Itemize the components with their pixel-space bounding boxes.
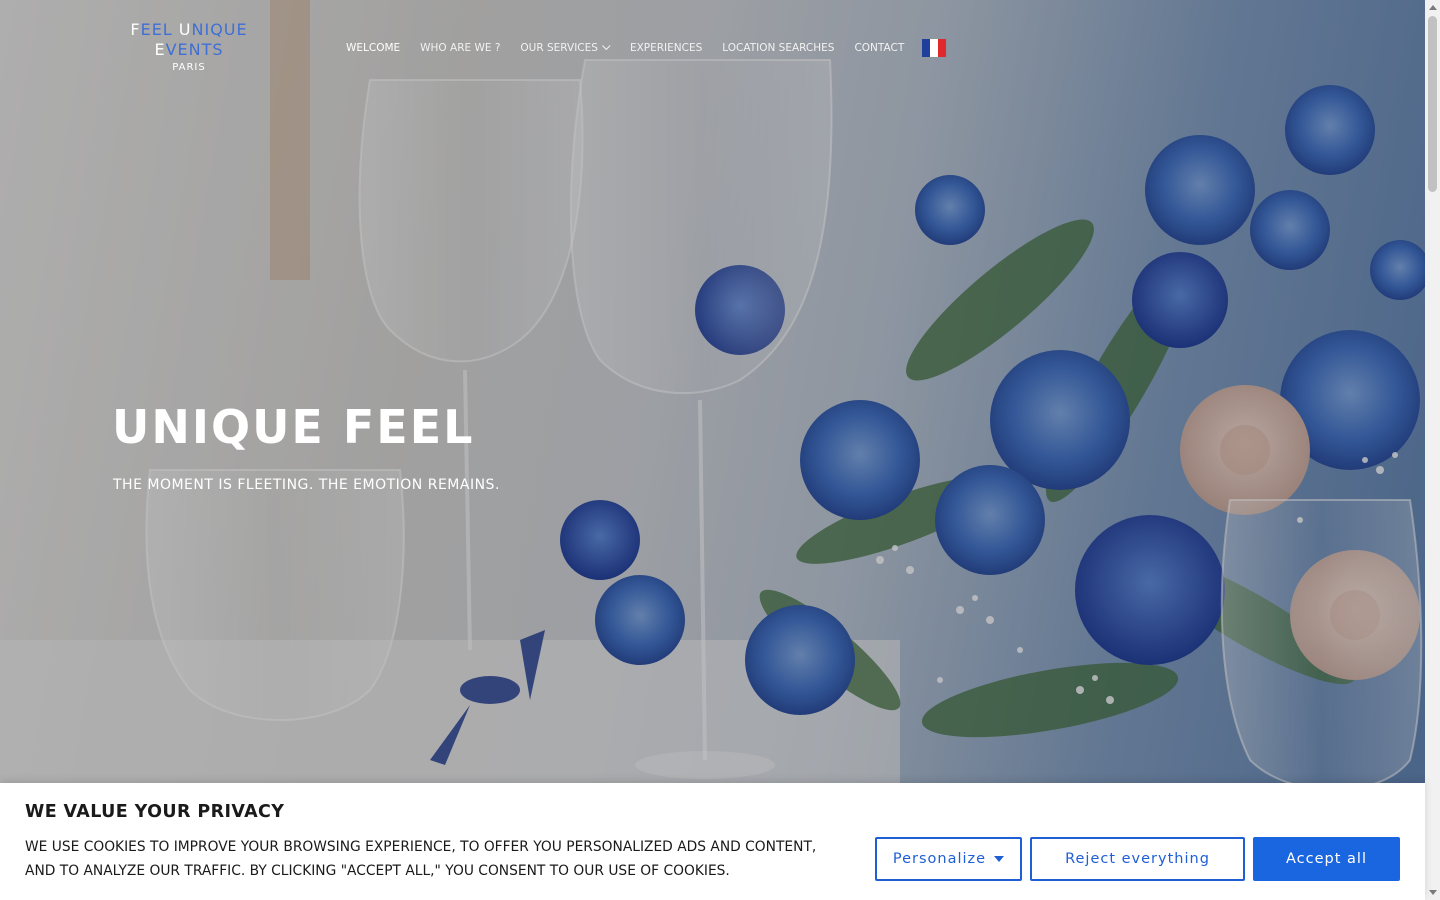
logo-line-3: PARIS — [172, 62, 206, 73]
main-nav: WELCOME WHO ARE WE ? OUR SERVICES EXPERI… — [346, 38, 947, 58]
nav-item-our-services[interactable]: OUR SERVICES — [520, 41, 611, 54]
flag-stripe — [922, 39, 931, 57]
scroll-up-arrow-icon[interactable] — [1429, 5, 1437, 10]
nav-item-who-are-we[interactable]: WHO ARE WE ? — [420, 42, 500, 54]
personalize-button[interactable]: Personalize — [875, 837, 1022, 881]
cookie-banner-text: WE USE COOKIES TO IMPROVE YOUR BROWSING … — [25, 839, 817, 879]
french-flag-icon[interactable] — [922, 39, 947, 57]
logo-part: VENTS — [165, 40, 224, 59]
logo-part: IQUE — [204, 20, 248, 39]
caret-down-icon — [994, 856, 1005, 862]
cookie-banner-title: WE VALUE YOUR PRIVACY — [25, 802, 285, 822]
cookie-consent-banner: WE VALUE YOUR PRIVACY WE USE COOKIES TO … — [0, 783, 1425, 900]
logo-line-2: EVENTS — [124, 40, 254, 60]
nav-item-welcome[interactable]: WELCOME — [346, 42, 400, 54]
scroll-down-arrow-icon[interactable] — [1429, 890, 1437, 895]
scrollbar-thumb[interactable] — [1428, 16, 1437, 192]
logo-line-1: FEEL UNIQUE — [124, 20, 254, 40]
nav-item-label: OUR SERVICES — [520, 42, 598, 54]
logo-part: N — [191, 20, 205, 39]
reject-all-button[interactable]: Reject everything — [1030, 837, 1245, 881]
nav-item-contact[interactable]: CONTACT — [854, 42, 904, 54]
nav-item-experiences[interactable]: EXPERIENCES — [630, 42, 702, 54]
flag-stripe — [930, 39, 939, 57]
logo-part: E — [154, 40, 166, 59]
flag-stripe — [938, 39, 947, 57]
nav-item-location-searches[interactable]: LOCATION SEARCHES — [722, 42, 834, 54]
hero-title: UNIQUE FEEL — [112, 400, 475, 454]
site-logo[interactable]: FEEL UNIQUE EVENTS PARIS — [124, 20, 254, 76]
logo-part: EEL — [140, 20, 179, 39]
page: FEEL UNIQUE EVENTS PARIS WELCOME WHO ARE… — [0, 0, 1440, 900]
chevron-down-icon — [601, 41, 611, 51]
logo-part: F — [130, 20, 141, 39]
hero-section: FEEL UNIQUE EVENTS PARIS WELCOME WHO ARE… — [0, 0, 1425, 900]
page-scrollbar[interactable] — [1425, 0, 1440, 900]
personalize-label: Personalize — [892, 851, 987, 867]
logo-part: U — [178, 20, 192, 39]
accept-all-button[interactable]: Accept all — [1253, 837, 1400, 881]
hero-subtitle: THE MOMENT IS FLEETING. THE EMOTION REMA… — [113, 477, 500, 493]
